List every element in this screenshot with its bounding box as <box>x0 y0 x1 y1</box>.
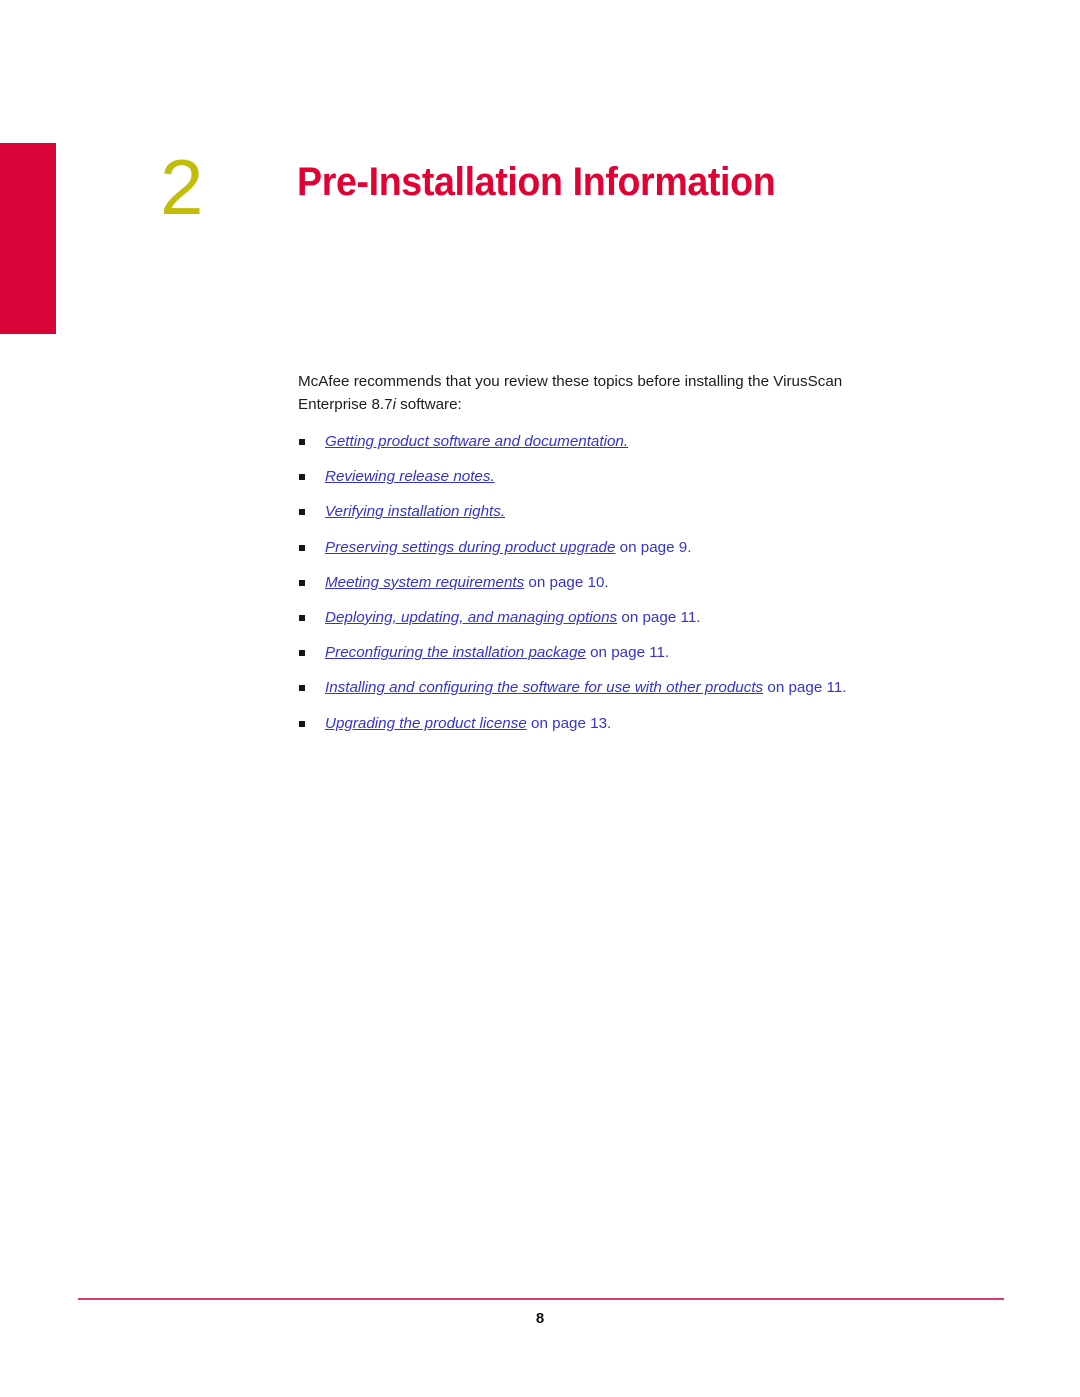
intro-paragraph: McAfee recommends that you review these … <box>298 371 888 416</box>
list-item[interactable]: Reviewing release notes. <box>298 465 1018 488</box>
square-bullet-icon <box>299 720 305 727</box>
topic-link[interactable]: Reviewing release notes. <box>325 468 495 485</box>
chapter-accent-bar <box>0 143 56 334</box>
topic-link[interactable]: Preserving settings during product upgra… <box>325 539 615 556</box>
intro-text-part-2: software: <box>395 395 462 413</box>
square-bullet-icon <box>299 439 305 445</box>
topic-link[interactable]: Getting product software and documentati… <box>325 433 628 450</box>
list-item[interactable]: Preserving settings during product upgra… <box>298 536 1018 559</box>
list-item[interactable]: Installing and configuring the software … <box>298 676 1018 699</box>
topic-link[interactable]: Installing and configuring the software … <box>325 679 763 696</box>
chapter-number: 2 <box>160 143 204 231</box>
list-item[interactable]: Verifying installation rights. <box>298 500 1018 523</box>
square-bullet-icon <box>299 509 305 516</box>
topic-page-reference: on page 11. <box>617 608 701 626</box>
square-bullet-icon <box>299 685 305 692</box>
square-bullet-icon <box>299 650 305 657</box>
topic-link[interactable]: Deploying, updating, and managing option… <box>325 609 617 626</box>
list-item[interactable]: Meeting system requirements on page 10. <box>298 571 1018 594</box>
topic-link-list: Getting product software and documentati… <box>298 430 1018 747</box>
topic-page-reference: on page 9. <box>615 538 692 556</box>
intro-text-part-1: McAfee recommends that you review these … <box>298 373 843 413</box>
list-item[interactable]: Getting product software and documentati… <box>298 430 1018 453</box>
square-bullet-icon <box>299 544 305 551</box>
topic-link[interactable]: Meeting system requirements <box>325 574 524 591</box>
square-bullet-icon <box>299 614 305 621</box>
list-item[interactable]: Upgrading the product license on page 13… <box>298 712 1018 735</box>
document-page: 2 Pre-Installation Information McAfee re… <box>0 0 1080 1397</box>
page-title: Pre-Installation Information <box>297 160 776 204</box>
topic-page-reference: on page 11. <box>763 679 847 697</box>
topic-page-reference: on page 11. <box>585 644 670 662</box>
intro-block: McAfee recommends that you review these … <box>298 371 898 416</box>
square-bullet-icon <box>299 474 305 481</box>
topic-page-reference: on page 10. <box>524 573 609 591</box>
list-item[interactable]: Preconfiguring the installation package … <box>298 641 1018 664</box>
topic-link[interactable]: Verifying installation rights. <box>325 503 505 520</box>
footer-divider <box>78 1298 1004 1300</box>
topic-page-reference: on page 13. <box>526 714 612 732</box>
topic-link[interactable]: Upgrading the product license <box>325 715 527 732</box>
topic-link[interactable]: Preconfiguring the installation package <box>325 644 586 661</box>
square-bullet-icon <box>299 579 305 586</box>
list-item[interactable]: Deploying, updating, and managing option… <box>298 606 1018 629</box>
page-number: 8 <box>535 1310 545 1327</box>
